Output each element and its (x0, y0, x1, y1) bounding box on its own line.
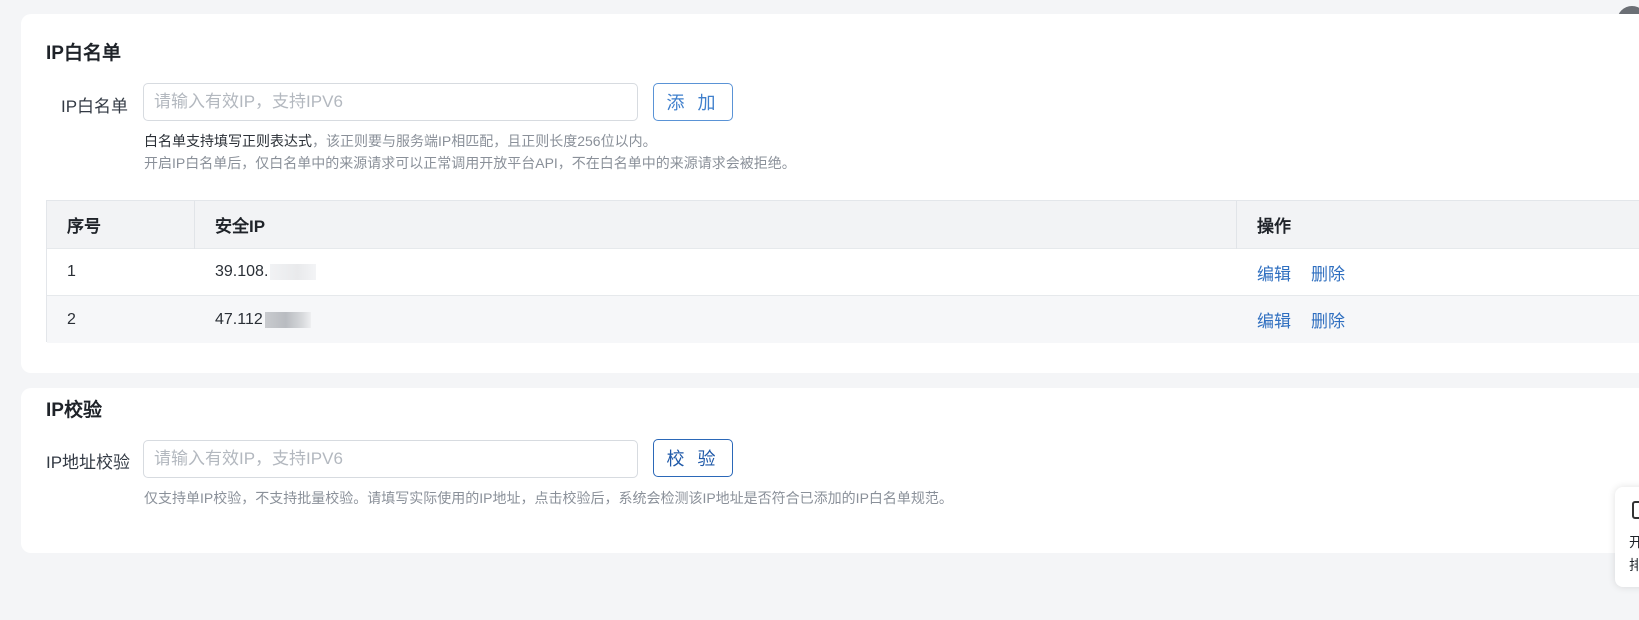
header-divider-2 (1236, 201, 1237, 249)
edit-link[interactable]: 编辑 (1257, 260, 1291, 285)
widget-text-line2: 排 (1629, 557, 1639, 573)
row-ip-text: 47.112 (215, 310, 263, 328)
whitelist-hint-line2: 开启IP白名单后，仅白名单中的来源请求可以正常调用开放平台API，不在白名单中的… (144, 155, 796, 171)
delete-link[interactable]: 删除 (1311, 260, 1345, 285)
row-index: 2 (67, 310, 76, 328)
whitelist-hint-line1: 白名单支持填写正则表达式，该正则要与服务端IP相匹配，且正则长度256位以内。 (144, 131, 657, 151)
add-ip-button[interactable]: 添 加 (653, 83, 733, 121)
row-actions: 编辑 删除 (1257, 296, 1365, 343)
header-operations: 操作 (1257, 217, 1291, 236)
ip-check-hint: 仅支持单IP校验，不支持批量校验。请填写实际使用的IP地址，点击校验后，系统会检… (144, 490, 953, 506)
floating-side-widget[interactable]: 开 排 (1615, 487, 1639, 587)
widget-text-line1: 开 (1629, 534, 1639, 550)
whitelist-hint-regex-detail: ，该正则要与服务端IP相匹配，且正则长度256位以内。 (312, 133, 657, 149)
delete-link[interactable]: 删除 (1311, 307, 1345, 332)
table-header-row: 序号 安全IP 操作 (47, 201, 1639, 249)
header-safe-ip: 安全IP (215, 217, 266, 236)
widget-square-icon (1632, 501, 1639, 519)
row-actions: 编辑 删除 (1257, 249, 1365, 295)
table-row: 1 39.108. 编辑 删除 (47, 249, 1639, 296)
row-index: 1 (67, 263, 76, 280)
ip-whitelist-title: IP白名单 (46, 43, 121, 64)
whitelist-hint-regex: 白名单支持填写正则表达式 (144, 133, 312, 149)
ip-whitelist-label: IP白名单 (61, 97, 129, 116)
ip-whitelist-table: 序号 安全IP 操作 1 39.108. 编辑 删除 2 47.112 编辑 删… (46, 200, 1639, 343)
header-index: 序号 (67, 217, 101, 236)
ip-check-label: IP地址校验 (46, 453, 131, 472)
row-ip: 47.112 (215, 296, 311, 343)
ip-check-card: IP校验 IP地址校验 校 验 仅支持单IP校验，不支持批量校验。请填写实际使用… (21, 388, 1639, 553)
ip-redaction-mask (264, 311, 311, 328)
table-row: 2 47.112 编辑 删除 (47, 296, 1639, 343)
header-divider-1 (194, 201, 195, 249)
ip-whitelist-input[interactable] (143, 83, 638, 121)
ip-check-title: IP校验 (46, 400, 102, 421)
ip-whitelist-card: IP白名单 IP白名单 添 加 白名单支持填写正则表达式，该正则要与服务端IP相… (21, 14, 1639, 373)
row-ip: 39.108. (215, 249, 317, 295)
ip-redaction-mask (270, 264, 317, 280)
edit-link[interactable]: 编辑 (1257, 307, 1291, 332)
row-ip-text: 39.108. (215, 263, 269, 280)
ip-check-input[interactable] (143, 440, 638, 478)
check-ip-button[interactable]: 校 验 (653, 439, 733, 477)
